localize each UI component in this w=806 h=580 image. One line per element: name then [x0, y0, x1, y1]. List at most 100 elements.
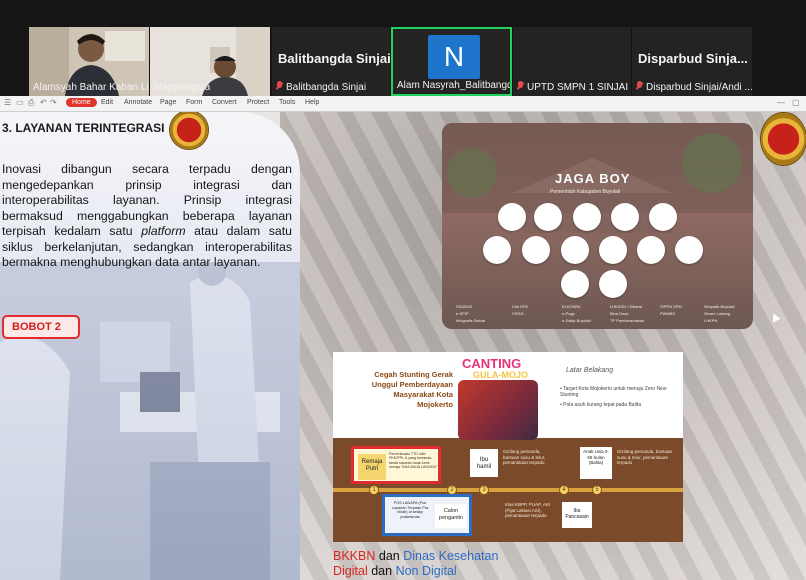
anak-balita-box: Anak Usia 0-59 bulan (Balita)	[580, 447, 612, 479]
tab-form[interactable]: Form	[186, 99, 202, 106]
app-caption: PWMBS	[660, 311, 676, 316]
ibu-pancasaya-box: Ibu Pancasain	[562, 502, 592, 528]
slide-left-panel: 3. LAYANAN TERINTEGRASI Inovasi dibangun…	[0, 112, 300, 580]
participant-tile-3[interactable]: Balitbangda Sinjai Balitbangda Sinjai	[272, 27, 390, 96]
app-caption: LHKASN / Siharta	[610, 304, 643, 309]
participant-name: Balitbangda Sinjai	[276, 81, 366, 93]
tab-convert[interactable]: Convert	[212, 99, 237, 106]
undo-icon[interactable]: ↶	[40, 98, 47, 107]
app-icon-pwmbs	[637, 236, 665, 264]
presentation-slide: 3. LAYANAN TERINTEGRASI Inovasi dibangun…	[0, 112, 806, 580]
remaja-note: Pemeriksaan TTD oleh PKK/PPL & yang bert…	[389, 452, 438, 470]
app-icon-sipas	[522, 236, 550, 264]
redo-icon[interactable]: ↷	[50, 98, 57, 107]
app-icon-sippn	[649, 203, 677, 231]
app-caption: Infografis Sekda	[456, 318, 485, 323]
tab-help[interactable]: Help	[305, 99, 319, 106]
mic-muted-icon	[276, 81, 283, 91]
jaga-boy-logo: JAGA BOY	[555, 171, 631, 186]
ibu-hamil-box: Ibu hamil	[470, 449, 498, 477]
app-icon-e-spip	[483, 236, 511, 264]
canting-description: Cegah Stunting Gerak Unggul Pemberdayaan…	[371, 370, 453, 409]
step-number: 4	[559, 485, 569, 495]
app-icon-tp-pemberantasan	[599, 270, 627, 298]
latar-bullet: • Pola asuh kurang tepat pada Balita	[560, 402, 641, 408]
step-number: 1	[369, 485, 379, 495]
canting-photo	[458, 380, 538, 440]
app-caption: Sinaro Lobang	[704, 311, 731, 316]
pdf-toolbar: ☰ ▭ ⎙ ↶ ↷ Home Edit Annotate Page Form C…	[0, 96, 806, 112]
participant-name: Alam Nasyrah_Balitbangda	[397, 80, 512, 91]
footer-line-1: BKKBN dan Dinas Kesehatan	[333, 549, 499, 563]
tab-tools[interactable]: Tools	[279, 99, 295, 106]
calon-pengantin-label: Calon pengantin	[435, 504, 467, 528]
latar-bullet: • Target Kota Mojokerto untuk menuju Zer…	[560, 386, 667, 398]
participant-name: Disparbud Sinjai/Andi ...	[636, 81, 752, 93]
participant-tile-6[interactable]: Disparbud Sinja... Disparbud Sinjai/Andi…	[632, 27, 752, 96]
step-number: 5	[592, 485, 602, 495]
participant-name: UPTD SMPN 1 SINJAI	[517, 81, 628, 93]
tab-annotate[interactable]: Annotate	[124, 99, 152, 106]
app-icon-cek-kpk	[534, 203, 562, 231]
minimize-icon[interactable]: —	[777, 98, 785, 107]
tab-page[interactable]: Page	[160, 99, 176, 106]
jaga-boy-card: JAGA BOY Pemerintah Kabupaten Boyolali S…	[442, 123, 753, 329]
participant-tile-4-active-speaker[interactable]: N Alam Nasyrah_Balitbangda	[391, 27, 512, 96]
app-icon-e-pogs	[561, 236, 589, 264]
tab-edit[interactable]: Edit	[101, 99, 113, 106]
app-caption: e-Sakip Boyolali	[562, 318, 591, 323]
app-caption: SIGADIS	[456, 304, 473, 309]
participant-display-name: Disparbud Sinja...	[638, 51, 748, 66]
step-number: 3	[479, 485, 489, 495]
app-caption: SIPPN SPM	[660, 304, 682, 309]
mic-muted-icon	[517, 81, 524, 91]
participant-tile-2[interactable]: Mappangara	[150, 27, 270, 96]
footer-line-2: Digital dan Non Digital	[333, 564, 457, 578]
participant-tile-5[interactable]: UPTD SMPN 1 SINJAI	[513, 27, 631, 96]
jaga-boy-subtitle: Pemerintah Kabupaten Boyolali	[550, 189, 621, 195]
canting-title: CANTING	[462, 356, 522, 371]
ibu-hamil-note: Gizilang pemanda, bantuan susu & telur, …	[503, 449, 546, 465]
slide-body-text: Inovasi dibangun secara terpadu dengan m…	[2, 162, 292, 269]
app-icon-e-sakip	[573, 203, 601, 231]
remaja-putri-box: Remaja Putri Pemeriksaan TTD oleh PKK/PP…	[351, 446, 441, 484]
avatar: N	[428, 35, 480, 79]
canting-subtitle: GULA-MOJO	[473, 370, 528, 380]
app-caption: e-Pogs	[562, 311, 575, 316]
section-title: 3. LAYANAN TERINTEGRASI	[2, 121, 165, 135]
open-file-icon[interactable]: ▭	[16, 98, 24, 107]
regency-emblem-icon	[170, 112, 208, 149]
app-caption: ELKONPA	[562, 304, 581, 309]
bobot-badge: BOBOT 2	[2, 315, 80, 339]
app-icon-infografis	[561, 270, 589, 298]
maximize-icon[interactable]: ▢	[792, 98, 800, 107]
participant-name: Mappangara	[154, 82, 211, 93]
app-caption: LHKPN	[704, 318, 718, 323]
participant-strip: Alamsyah Bahar Kaban Lit... Mappangara B…	[0, 0, 806, 96]
provincial-emblem-icon	[761, 113, 806, 165]
print-icon[interactable]: ⎙	[28, 98, 34, 108]
canting-gula-mojo-card: CANTING GULA-MOJO Cegah Stunting Gerak U…	[333, 352, 683, 542]
tab-home[interactable]: Home	[66, 98, 97, 107]
flow-timeline	[333, 488, 683, 492]
tab-protect[interactable]: Protect	[247, 99, 269, 106]
app-caption: Bina Desa	[610, 311, 629, 316]
pos-ladapa-box: POS LADAPA (Pos Layanan Terpadu Pra nika…	[382, 494, 472, 536]
remaja-label: Remaja Putri	[358, 454, 386, 480]
mic-muted-icon	[636, 81, 643, 91]
ibu-pancasaya-note: Klas KBPP, PUAP, AKI (Pijat Laktasi ASI)…	[505, 502, 551, 518]
pos-ladapa-text: POS LADAPA (Pos Layanan Terpadu Pra nika…	[391, 501, 429, 519]
office-photo-background	[0, 262, 300, 580]
participant-tile-1[interactable]: Alamsyah Bahar Kaban Lit...	[29, 27, 149, 96]
app-icon-lhkpn	[675, 236, 703, 264]
participant-display-name: Balitbangda Sinjai	[278, 51, 390, 66]
app-caption: Cek KPK	[512, 304, 529, 309]
app-caption: TP Pemberantasan	[610, 318, 645, 323]
app-icon-sigadis	[498, 203, 526, 231]
zoom-meeting-window: Alamsyah Bahar Kaban Lit... Mappangara B…	[0, 0, 806, 580]
app-caption: Simpatik Boyolali	[704, 304, 735, 309]
app-icon-bina-desa	[599, 236, 627, 264]
participant-name: Alamsyah Bahar Kaban Lit...	[33, 82, 149, 93]
menu-icon[interactable]: ☰	[4, 98, 11, 107]
app-caption: e-SPIP	[456, 311, 469, 316]
